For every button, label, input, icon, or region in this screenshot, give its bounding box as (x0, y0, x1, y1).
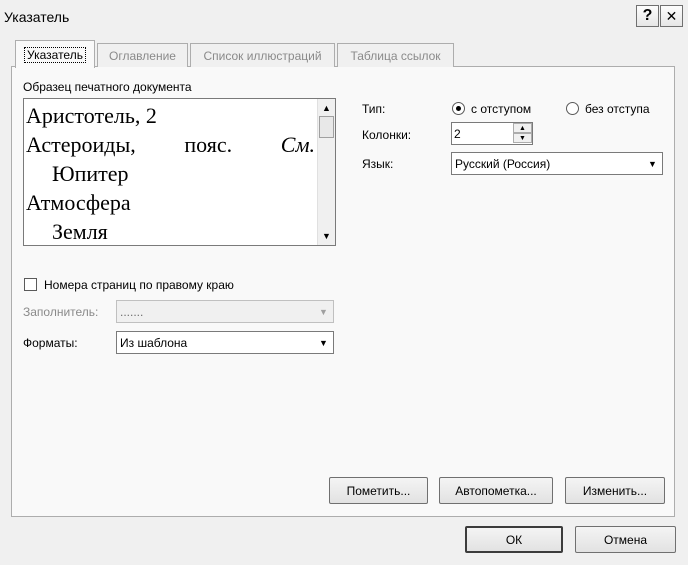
leader-label: Заполнитель: (23, 305, 99, 319)
tab-toc-label: Оглавление (109, 48, 176, 63)
columns-stepper[interactable]: 2 ▲ ▼ (451, 122, 533, 145)
chevron-down-icon[interactable]: ▼ (644, 154, 661, 173)
preview-line: Атмосфера (26, 190, 131, 215)
preview-word: Астероиды, (26, 132, 136, 157)
tab-table-of-authorities[interactable]: Таблица ссылок (337, 43, 454, 67)
preview-content: Аристотель, 2 Астероиды, пояс. См. Юпите… (26, 101, 315, 243)
automark-button[interactable]: Автопометка... (439, 477, 553, 504)
formats-select[interactable]: Из шаблона ▼ (116, 331, 334, 354)
right-align-page-numbers-label[interactable]: Номера страниц по правому краю (44, 278, 234, 292)
tab-index[interactable]: Указатель (15, 40, 95, 68)
radio-indented[interactable] (452, 102, 465, 115)
leader-select[interactable]: ....... ▼ (116, 300, 334, 323)
preview-line: Астероиды, пояс. См. (26, 130, 315, 159)
radio-dot (456, 106, 461, 111)
columns-label: Колонки: (362, 128, 412, 142)
scroll-up-button[interactable]: ▲ (318, 99, 335, 116)
title-bar: Указатель ? ✕ (0, 0, 688, 34)
preview-line: Земля (52, 219, 108, 243)
tab-table-of-authorities-label: Таблица ссылок (350, 48, 441, 63)
scroll-down-button[interactable]: ▼ (318, 227, 335, 244)
preview-line: Аристотель, 2 (26, 103, 157, 128)
preview-word: См. (280, 132, 315, 157)
chevron-down-icon[interactable]: ▼ (315, 302, 332, 321)
close-icon: ✕ (665, 7, 678, 24)
ok-button[interactable]: ОК (465, 526, 563, 553)
radio-run-in-label[interactable]: без отступа (585, 102, 650, 116)
cancel-button[interactable]: Отмена (575, 526, 676, 553)
language-select[interactable]: Русский (Россия) ▼ (451, 152, 663, 175)
window-title: Указатель (4, 9, 70, 25)
print-preview: Аристотель, 2 Астероиды, пояс. См. Юпите… (23, 98, 336, 246)
language-label: Язык: (362, 157, 394, 171)
leader-value: ....... (120, 304, 144, 319)
preview-scrollbar[interactable]: ▲ ▼ (317, 99, 335, 245)
radio-run-in[interactable] (566, 102, 579, 115)
triangle-up-icon: ▲ (519, 124, 526, 132)
scroll-thumb[interactable] (319, 116, 334, 138)
language-value: Русский (Россия) (455, 156, 551, 171)
help-button[interactable]: ? (636, 5, 659, 27)
chevron-down-icon[interactable]: ▼ (315, 333, 332, 352)
triangle-down-icon: ▼ (322, 230, 331, 241)
columns-up-button[interactable]: ▲ (513, 123, 532, 133)
tab-table-of-figures-label: Список иллюстраций (203, 48, 322, 63)
modify-button[interactable]: Изменить... (565, 477, 665, 504)
formats-value: Из шаблона (120, 335, 188, 350)
right-align-page-numbers-checkbox[interactable] (24, 278, 37, 291)
formats-label: Форматы: (23, 336, 78, 350)
preview-word: пояс. (184, 132, 233, 157)
triangle-up-icon: ▲ (322, 102, 331, 113)
type-label: Тип: (362, 102, 386, 116)
tab-table-of-figures[interactable]: Список иллюстраций (190, 43, 335, 67)
radio-indented-label[interactable]: с отступом (471, 102, 531, 116)
tab-toc[interactable]: Оглавление (97, 43, 188, 67)
mark-entry-button[interactable]: Пометить... (329, 477, 428, 504)
tab-index-label: Указатель (24, 46, 86, 63)
columns-down-button[interactable]: ▼ (513, 133, 532, 143)
preview-label: Образец печатного документа (23, 80, 192, 94)
close-button[interactable]: ✕ (660, 5, 683, 27)
preview-line: Юпитер (52, 161, 129, 186)
triangle-down-icon: ▼ (519, 134, 526, 142)
